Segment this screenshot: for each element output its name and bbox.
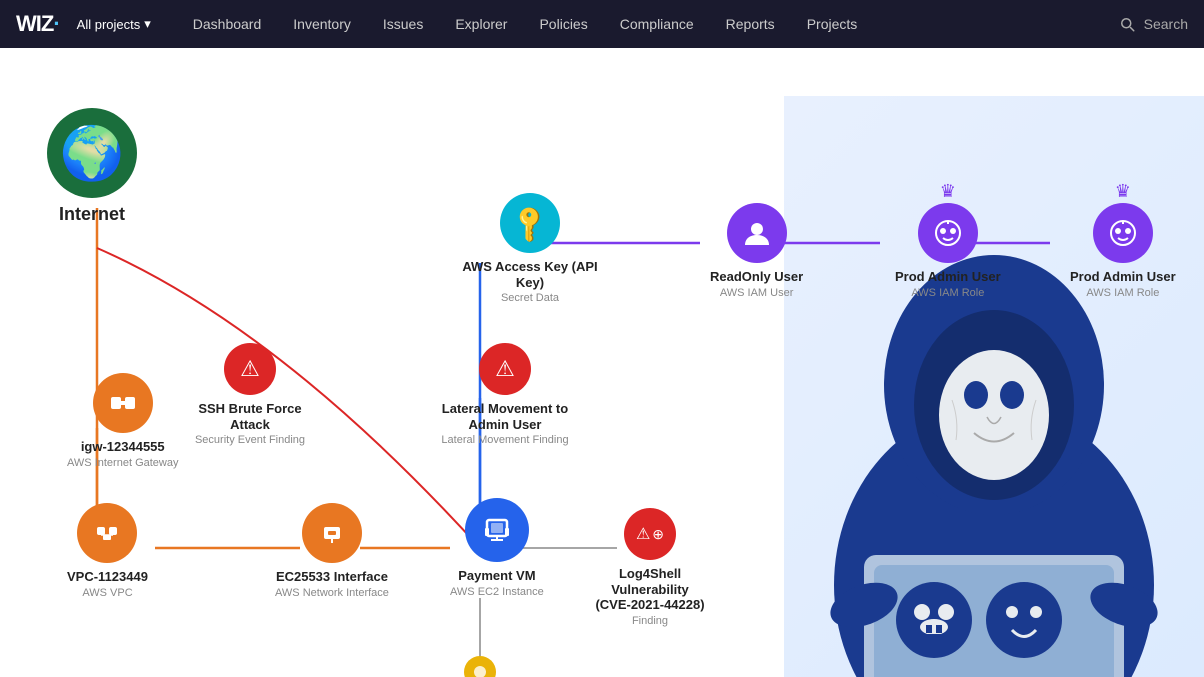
vpc-label: VPC-1123449 [67, 569, 148, 585]
crown-icon-1: ♛ [940, 181, 956, 202]
ec2-icon [479, 512, 515, 548]
node-internet: 🌍 Internet [47, 108, 137, 226]
logo-text: WIZ [16, 11, 53, 37]
pa1-sublabel: AWS IAM Role [911, 287, 984, 300]
user-icon [741, 217, 773, 249]
ssh-label: SSH Brute Force Attack [185, 401, 315, 432]
logo-dot: · [53, 11, 60, 37]
lateral-sublabel: Lateral Movement Finding [441, 434, 568, 447]
igw-label: igw-12344555 [81, 439, 165, 455]
search-label: Search [1144, 16, 1188, 32]
navbar: WIZ· All projects ▾ Dashboard Inventory … [0, 0, 1204, 48]
nav-explorer[interactable]: Explorer [441, 0, 521, 48]
nav-issues[interactable]: Issues [369, 0, 437, 48]
pa2-label: Prod Admin User [1070, 269, 1176, 285]
key-circle: 🔑 [500, 193, 560, 253]
vm-sublabel: AWS EC2 Instance [450, 586, 544, 599]
hacker-illustration [784, 96, 1204, 677]
log4shell-icons: ⚠ ⊕ [636, 524, 664, 544]
internet-circle: 🌍 [47, 108, 137, 198]
ro-sublabel: AWS IAM User [720, 287, 794, 300]
ssh-sublabel: Security Event Finding [195, 434, 305, 447]
warning-icon: ⚠ [240, 356, 260, 382]
crown-icon-2: ♛ [1115, 181, 1131, 202]
internet-label: Internet [59, 204, 125, 226]
node-log4shell: ⚠ ⊕ Log4Shell Vulnerability(CVE-2021-442… [580, 508, 720, 628]
logo: WIZ· [16, 11, 61, 37]
node-key: 🔑 AWS Access Key (API Key) Secret Data [450, 193, 610, 305]
projects-dropdown[interactable]: All projects ▾ [77, 16, 151, 32]
nav-reports[interactable]: Reports [712, 0, 789, 48]
node-vpc: VPC-1123449 AWS VPC [67, 503, 148, 600]
log4shell-circle: ⚠ ⊕ [624, 508, 676, 560]
search-icon [1118, 15, 1136, 33]
nav-inventory[interactable]: Inventory [279, 0, 365, 48]
log4shell-sublabel: Finding [632, 615, 668, 628]
key-sublabel: Secret Data [501, 292, 559, 305]
node-lateral: ⚠ Lateral Movement to Admin User Lateral… [425, 343, 585, 447]
warning-icon-2: ⚠ [636, 524, 650, 544]
node-vm: Payment VM AWS EC2 Instance [450, 498, 544, 599]
igw-circle [93, 373, 153, 433]
network-interface-icon [316, 517, 348, 549]
log4shell-label: Log4Shell Vulnerability(CVE-2021-44228) [580, 566, 720, 613]
lateral-label: Lateral Movement to Admin User [425, 401, 585, 432]
vm-circle [465, 498, 529, 562]
igw-sublabel: AWS Internet Gateway [67, 457, 178, 470]
ro-label: ReadOnly User [710, 269, 803, 285]
pa1-label: Prod Admin User [895, 269, 1001, 285]
vpc-sublabel: AWS VPC [82, 587, 132, 600]
lateral-circle: ⚠ [479, 343, 531, 395]
node-nic: EC25533 Interface AWS Network Interface [275, 503, 389, 600]
search-button[interactable]: Search [1118, 15, 1188, 33]
node-ssh: ⚠ SSH Brute Force Attack Security Event … [185, 343, 315, 447]
small-yellow-circle [464, 656, 496, 677]
pa2-circle [1093, 203, 1153, 263]
target-icon: ⊕ [652, 526, 664, 543]
nav-policies[interactable]: Policies [525, 0, 601, 48]
projects-label: All projects [77, 17, 141, 32]
ro-circle [727, 203, 787, 263]
nic-label: EC25533 Interface [276, 569, 388, 585]
nav-compliance[interactable]: Compliance [606, 0, 708, 48]
nav-projects-link[interactable]: Projects [793, 0, 872, 48]
small-icon-1 [472, 664, 488, 677]
ssh-circle: ⚠ [224, 343, 276, 395]
pa2-sublabel: AWS IAM Role [1086, 287, 1159, 300]
nic-circle [302, 503, 362, 563]
pa1-circle [918, 203, 978, 263]
nic-sublabel: AWS Network Interface [275, 587, 389, 600]
chevron-down-icon: ▾ [144, 16, 151, 32]
node-pa1: ♛ Prod Admin User AWS IAM Role [895, 203, 1001, 300]
lateral-warning-icon: ⚠ [495, 356, 515, 382]
vm-label: Payment VM [458, 568, 535, 584]
node-pa2: ♛ Prod Admin User AWS IAM Role [1070, 203, 1176, 300]
nav-dashboard[interactable]: Dashboard [179, 0, 276, 48]
node-igw: igw-12344555 AWS Internet Gateway [67, 373, 178, 470]
node-small-1 [464, 656, 496, 677]
graph-canvas: 🌍 Internet igw-12344555 AWS Internet Gat… [0, 48, 1204, 677]
key-label: AWS Access Key (API Key) [450, 259, 610, 290]
gateway-icon [107, 387, 139, 419]
vpc-icon [91, 517, 123, 549]
vpc-circle [77, 503, 137, 563]
robot-icon-1 [932, 217, 964, 249]
node-ro: ReadOnly User AWS IAM User [710, 203, 803, 300]
robot-icon-2 [1107, 217, 1139, 249]
